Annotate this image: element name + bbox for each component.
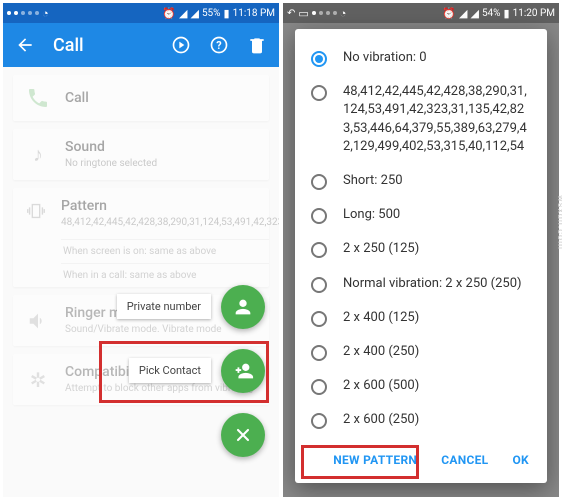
fab-label-pick[interactable]: Pick Contact — [129, 358, 211, 383]
radio-icon[interactable] — [311, 277, 327, 293]
status-bar: ◔ ⏰ ◢ ◢ 55% ▮ 11:18 PM — [3, 3, 279, 23]
app-icon: ◔ — [340, 7, 347, 20]
battery-percent: 54% — [482, 8, 501, 19]
radio-icon[interactable] — [311, 413, 327, 429]
sound-sub: No ringtone selected — [65, 157, 257, 170]
help-icon[interactable]: ? — [209, 35, 229, 55]
call-card: Call — [13, 75, 269, 121]
radio-option[interactable]: 2 x 600 (500) — [299, 369, 543, 403]
pattern-dialog: No vibration: 0 48,412,42,445,42,428,38,2… — [295, 29, 547, 483]
left-screenshot: ◔ ⏰ ◢ ◢ 55% ▮ 11:18 PM Call ? — [3, 3, 279, 497]
pattern-card: Pattern 48,412,42,445,42,428,38,290,31,1… — [13, 188, 269, 287]
ringer-sub: Sound/Vibrate mode. Vibrate mode — [65, 323, 257, 336]
page-title: Call — [53, 35, 84, 56]
pattern-title: Pattern — [61, 198, 279, 214]
pattern-screen-on: When screen is on: same as above — [13, 240, 269, 263]
alarm-off-icon: ⏰ — [162, 7, 176, 20]
battery-icon: ▮ — [224, 7, 230, 20]
battery-icon: ▮ — [504, 7, 510, 20]
right-screenshot: ↶ ▭ ◔ ⏰ ◢ ◢ 54% ▮ 11:20 PM No vibration:… — [283, 3, 559, 497]
radio-option[interactable]: 2 x 250 (125) — [299, 232, 543, 266]
speaker-icon — [25, 308, 51, 334]
vibrate-icon — [25, 198, 47, 224]
app-bar: Call ? — [3, 23, 279, 67]
radio-label: Normal vibration: 2 x 250 (250) — [343, 275, 531, 293]
radio-icon[interactable] — [311, 345, 327, 361]
fab-pick-contact[interactable] — [221, 349, 265, 393]
pattern-in-call: When in a call: same as above — [13, 264, 269, 287]
signal-icon: ◢ — [179, 7, 187, 20]
phone-icon — [25, 85, 51, 111]
status-bar: ↶ ▭ ◔ ⏰ ◢ ◢ 54% ▮ 11:20 PM — [283, 3, 559, 23]
sound-title: Sound — [65, 139, 257, 155]
settings-icon: ✲ — [25, 367, 51, 393]
fab-private-number[interactable] — [221, 285, 265, 329]
radio-icon[interactable] — [311, 242, 327, 258]
play-icon[interactable] — [171, 35, 191, 55]
new-pattern-button[interactable]: NEW PATTERN — [323, 445, 427, 475]
svg-text:?: ? — [216, 39, 221, 52]
radio-icon[interactable] — [311, 208, 327, 224]
radio-option[interactable]: 48,412,42,445,42,428,38,290,31,124,53,49… — [299, 75, 543, 164]
radio-label: 2 x 400 (125) — [343, 309, 531, 327]
radio-label: 2 x 600 (250) — [343, 411, 531, 429]
radio-icon[interactable] — [311, 85, 327, 101]
radio-label: 2 x 250 (125) — [343, 240, 531, 258]
radio-option[interactable]: 2 x 400 (125) — [299, 301, 543, 335]
ok-button[interactable]: OK — [502, 445, 539, 475]
radio-label: 2 x 600 (500) — [343, 377, 531, 395]
radio-icon[interactable] — [311, 379, 327, 395]
delete-icon[interactable] — [247, 35, 267, 55]
radio-label: 2 x 400 (250) — [343, 343, 531, 361]
sound-card: ♪ Sound No ringtone selected — [13, 129, 269, 180]
status-time: 11:18 PM — [233, 8, 275, 19]
radio-option[interactable]: Long: 500 — [299, 198, 543, 232]
watermark: wsxdn.com — [555, 195, 562, 250]
status-time: 11:20 PM — [513, 8, 555, 19]
back-icon[interactable] — [15, 35, 35, 55]
signal-icon: ◢ — [190, 7, 198, 20]
radio-option[interactable]: Short: 250 — [299, 164, 543, 198]
fab-label-private[interactable]: Private number — [117, 294, 211, 319]
pattern-sub: 48,412,42,445,42,428,38,290,31,124,53,49… — [61, 216, 279, 229]
battery-percent: 55% — [202, 8, 221, 19]
fab-close[interactable] — [221, 413, 265, 457]
radio-label: Short: 250 — [343, 172, 531, 190]
radio-option[interactable]: Normal vibration: 2 x 250 (250) — [299, 267, 543, 301]
alarm-off-icon: ⏰ — [442, 7, 456, 20]
radio-icon[interactable] — [311, 311, 327, 327]
radio-icon[interactable] — [311, 174, 327, 190]
sound-icon: ♪ — [25, 142, 51, 168]
signal-icon: ◢ — [459, 7, 467, 20]
radio-label: Long: 500 — [343, 206, 531, 224]
radio-list: No vibration: 0 48,412,42,445,42,428,38,2… — [295, 29, 547, 437]
call-title: Call — [65, 90, 257, 106]
radio-label: 48,412,42,445,42,428,38,290,31,124,53,49… — [343, 83, 531, 156]
cancel-button[interactable]: CANCEL — [431, 445, 498, 475]
app-icon: ◔ — [42, 7, 49, 20]
signal-icon: ◢ — [470, 7, 478, 20]
radio-icon[interactable] — [311, 51, 327, 67]
radio-option[interactable]: No vibration: 0 — [299, 41, 543, 75]
radio-option[interactable]: 2 x 600 (250) — [299, 403, 543, 436]
radio-label: No vibration: 0 — [343, 49, 531, 67]
radio-option[interactable]: 2 x 400 (250) — [299, 335, 543, 369]
